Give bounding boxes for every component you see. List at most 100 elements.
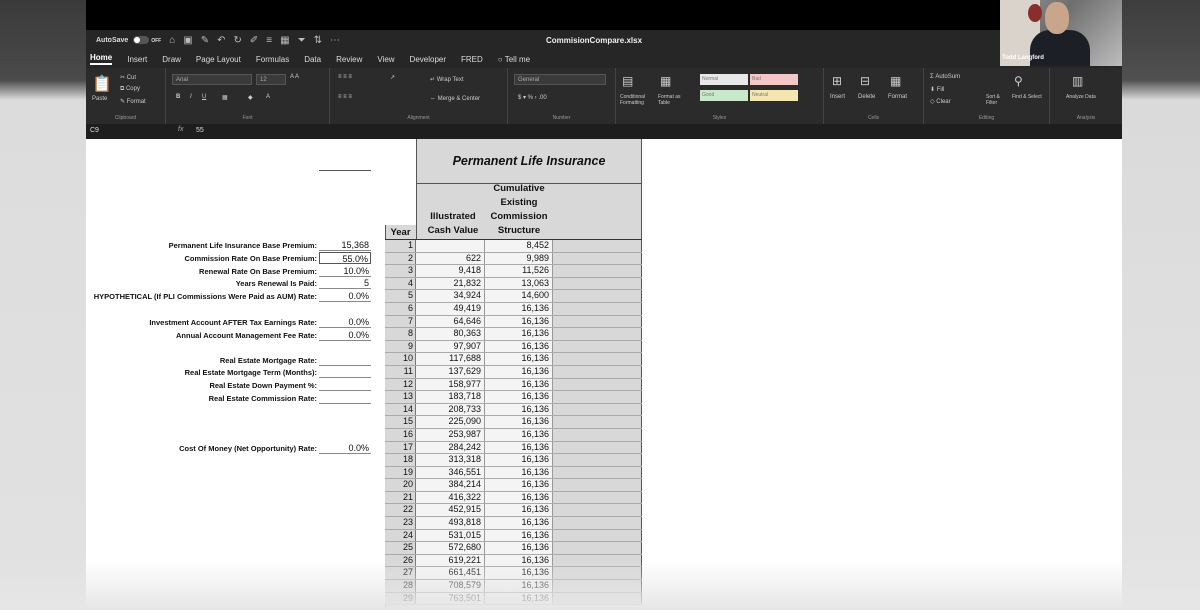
cash-value-cell[interactable]: 80,363: [416, 328, 485, 340]
redo-icon[interactable]: ↻: [233, 35, 241, 46]
commission-cell[interactable]: 16,136: [485, 466, 553, 479]
border-icon[interactable]: ▦: [280, 35, 289, 46]
empty-cell[interactable]: [553, 403, 642, 416]
cash-value-cell[interactable]: 531,015: [416, 529, 485, 542]
tab-developer[interactable]: Developer: [410, 55, 446, 64]
commission-cell[interactable]: 16,136: [485, 340, 553, 353]
format-button[interactable]: Format: [888, 94, 907, 100]
cash-value-cell[interactable]: 493,818: [416, 517, 485, 529]
empty-cell[interactable]: [553, 391, 642, 403]
year-cell[interactable]: 3: [385, 265, 416, 277]
year-cell[interactable]: 1: [385, 240, 416, 252]
year-cell[interactable]: 26: [385, 554, 416, 567]
empty-cell[interactable]: [553, 592, 642, 605]
empty-cell[interactable]: [553, 554, 642, 567]
empty-cell[interactable]: [553, 353, 642, 365]
empty-cell[interactable]: [553, 479, 642, 491]
commission-cell[interactable]: 16,136: [485, 378, 553, 391]
commission-cell[interactable]: 11,526: [485, 265, 553, 277]
input-value[interactable]: [319, 354, 371, 366]
year-cell[interactable]: 18: [385, 454, 416, 466]
tab-view[interactable]: View: [377, 55, 394, 64]
cash-value-cell[interactable]: [416, 240, 485, 252]
underline-icon[interactable]: U: [202, 94, 206, 100]
cash-value-cell[interactable]: 619,221: [416, 554, 485, 567]
tab-data[interactable]: Data: [304, 55, 321, 64]
font-grow-icon[interactable]: A A: [290, 74, 299, 80]
tab-formulas[interactable]: Formulas: [256, 55, 289, 64]
empty-cell[interactable]: [553, 378, 642, 391]
file-name[interactable]: CommisionCompare.xlsx: [546, 36, 642, 45]
year-cell[interactable]: 8: [385, 328, 416, 340]
style-neutral[interactable]: Neutral: [750, 90, 798, 101]
year-cell[interactable]: 20: [385, 479, 416, 491]
cash-value-cell[interactable]: 416,322: [416, 491, 485, 504]
insert-cells-icon[interactable]: ⊞: [832, 74, 842, 88]
wrap-text-button[interactable]: ↵ Wrap Text: [430, 76, 464, 83]
cash-value-cell[interactable]: 34,924: [416, 290, 485, 302]
year-cell[interactable]: 21: [385, 491, 416, 504]
empty-cell[interactable]: [553, 265, 642, 277]
font-color-icon[interactable]: A: [266, 94, 270, 100]
commission-cell[interactable]: 16,136: [485, 504, 553, 517]
input-value[interactable]: 0.0%: [319, 442, 371, 454]
empty-cell[interactable]: [553, 454, 642, 466]
input-value[interactable]: [319, 379, 371, 391]
align-icon[interactable]: ≡: [266, 35, 272, 46]
insert-button[interactable]: Insert: [830, 94, 845, 100]
tab-insert[interactable]: Insert: [127, 55, 147, 64]
year-cell[interactable]: 27: [385, 567, 416, 580]
commission-cell[interactable]: 16,136: [485, 428, 553, 441]
sort-filter-button[interactable]: Sort & Filter: [986, 94, 1008, 106]
empty-cell[interactable]: [553, 542, 642, 554]
name-box[interactable]: C9: [90, 127, 99, 134]
input-value[interactable]: [319, 366, 371, 378]
year-cell[interactable]: 28: [385, 580, 416, 592]
cash-value-cell[interactable]: 9,418: [416, 265, 485, 277]
number-format-select[interactable]: General: [514, 74, 606, 85]
merge-center-button[interactable]: ⇔ Merge & Center: [430, 96, 480, 102]
orientation-icon[interactable]: ↗: [390, 74, 395, 81]
autosave-toggle[interactable]: AutoSave OFF: [96, 36, 161, 44]
empty-cell[interactable]: [553, 252, 642, 265]
find-select-button[interactable]: Find & Select: [1012, 94, 1042, 100]
cash-value-cell[interactable]: 763,501: [416, 592, 485, 605]
tell-me-search[interactable]: ○ Tell me: [498, 55, 530, 64]
year-cell[interactable]: 17: [385, 441, 416, 454]
cash-value-cell[interactable]: 158,977: [416, 378, 485, 391]
commission-cell[interactable]: 16,136: [485, 491, 553, 504]
function-icon[interactable]: fx: [178, 126, 183, 133]
input-value[interactable]: 0.0%: [319, 329, 371, 341]
empty-cell[interactable]: [553, 416, 642, 428]
cash-value-cell[interactable]: 661,451: [416, 567, 485, 580]
tab-review[interactable]: Review: [336, 55, 362, 64]
year-cell[interactable]: 29: [385, 592, 416, 605]
delete-button[interactable]: Delete: [858, 94, 875, 100]
fill-button[interactable]: ⬇ Fill: [930, 86, 944, 93]
tab-page-layout[interactable]: Page Layout: [196, 55, 241, 64]
empty-cell[interactable]: [553, 315, 642, 328]
cash-value-cell[interactable]: 49,419: [416, 302, 485, 315]
year-cell[interactable]: 15: [385, 416, 416, 428]
cash-value-cell[interactable]: 284,242: [416, 441, 485, 454]
commission-cell[interactable]: 16,136: [485, 567, 553, 580]
year-cell[interactable]: 14: [385, 403, 416, 416]
edit-icon[interactable]: ✎: [201, 35, 209, 46]
tab-fred[interactable]: FRED: [461, 55, 483, 64]
year-cell[interactable]: 23: [385, 517, 416, 529]
commission-cell[interactable]: 16,136: [485, 441, 553, 454]
year-cell[interactable]: 13: [385, 391, 416, 403]
empty-cell[interactable]: [553, 529, 642, 542]
commission-cell[interactable]: 9,989: [485, 252, 553, 265]
commission-cell[interactable]: 16,136: [485, 542, 553, 554]
conditional-formatting-icon[interactable]: ▤: [622, 74, 633, 88]
filter-icon[interactable]: ⏷: [298, 35, 306, 46]
input-value[interactable]: 15,368: [319, 239, 371, 251]
commission-cell[interactable]: 16,136: [485, 302, 553, 315]
style-normal[interactable]: Normal: [700, 74, 748, 85]
input-value[interactable]: 10.0%: [319, 265, 371, 277]
font-name-select[interactable]: Arial: [172, 74, 252, 85]
year-cell[interactable]: 7: [385, 315, 416, 328]
commission-cell[interactable]: 16,136: [485, 328, 553, 340]
commission-cell[interactable]: 16,136: [485, 592, 553, 605]
